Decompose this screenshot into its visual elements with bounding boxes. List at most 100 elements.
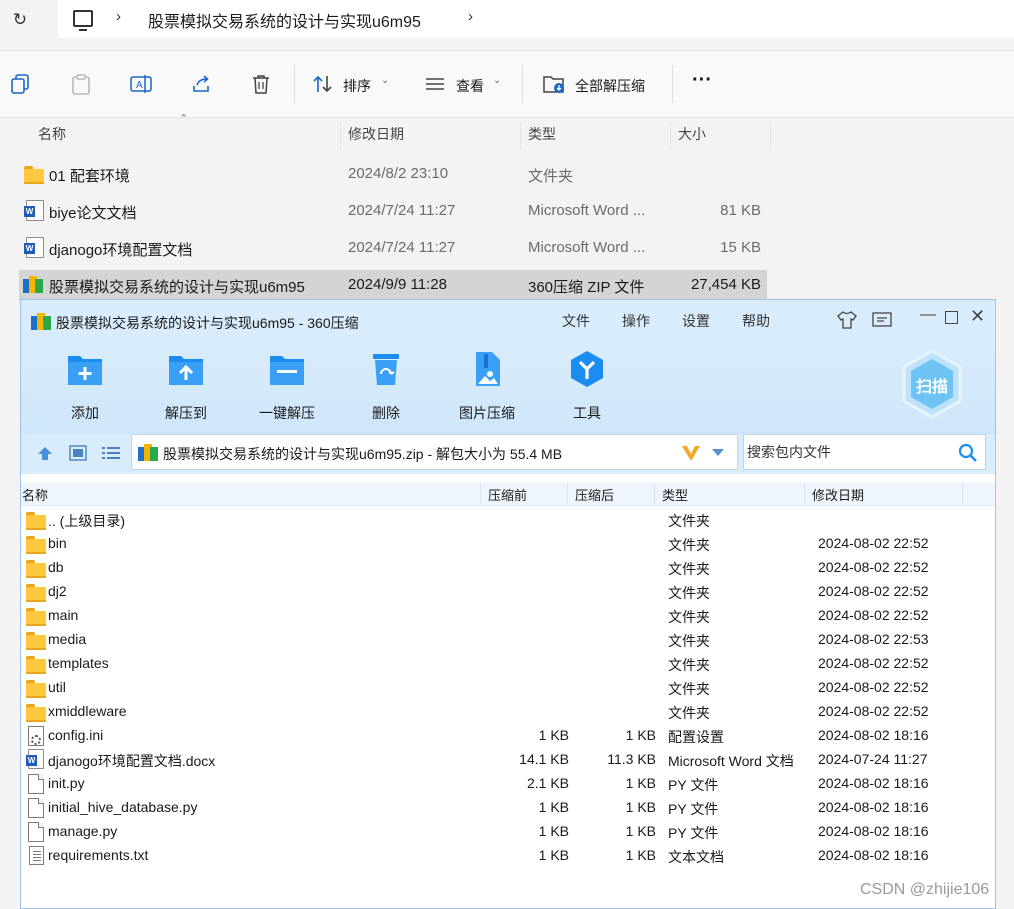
extract-to-button[interactable]: 解压到 [146, 350, 226, 423]
column-header-date[interactable]: 修改日期 [348, 118, 404, 150]
column-separator[interactable] [480, 484, 481, 504]
skin-shirt-icon[interactable] [837, 311, 857, 329]
add-button[interactable]: 添加 [45, 350, 125, 423]
item-name: media [48, 631, 87, 647]
item-type: PY 文件 [668, 825, 719, 841]
column-header-size-after[interactable]: 压缩后 [575, 485, 614, 504]
path-dropdown-icon[interactable] [712, 449, 724, 457]
column-header-size-before[interactable]: 压缩前 [488, 485, 527, 504]
column-header-name[interactable]: 名称 [38, 118, 66, 150]
paste-button[interactable] [70, 73, 94, 97]
list-item-util[interactable]: util 文件夹 2024-08-02 22:52 [21, 676, 995, 700]
archive-path-box[interactable]: 股票模拟交易系统的设计与实现u6m95.zip - 解包大小为 55.4 MB [131, 434, 738, 470]
delete-button[interactable]: 删除 [346, 350, 426, 423]
list-item-initial-hive-database-py[interactable]: initial_hive_database.py 1 KB 1 KB PY 文件… [21, 796, 995, 820]
breadcrumb-chevron-icon[interactable]: › [116, 8, 121, 25]
sort-chevron-down-icon[interactable]: ⌄ [381, 75, 389, 86]
list-view-icon[interactable] [101, 445, 121, 461]
menu-operation[interactable]: 操作 [622, 311, 650, 331]
list-item-config-ini[interactable]: config.ini 1 KB 1 KB 配置设置 2024-08-02 18:… [21, 724, 995, 748]
tools-button[interactable]: 工具 [547, 350, 627, 423]
search-icon[interactable] [958, 443, 978, 463]
search-box[interactable] [743, 434, 986, 470]
breadcrumb-current-folder[interactable]: 股票模拟交易系统的设计与实现u6m95 [148, 8, 421, 32]
column-separator[interactable] [567, 484, 568, 504]
close-icon[interactable]: ✕ [970, 306, 985, 327]
view-button[interactable] [424, 73, 448, 97]
share-button[interactable] [190, 73, 214, 97]
file-row-thesis-doc[interactable]: W biye论文文档 2024/7/24 11:27 Microsoft Wor… [19, 196, 767, 226]
list-item-xmiddleware[interactable]: xmiddleware 文件夹 2024-08-02 22:52 [21, 700, 995, 724]
file-date: 2024/7/24 11:27 [348, 202, 456, 219]
feedback-message-icon[interactable] [872, 312, 892, 328]
list-item-parent-dir[interactable]: .. (上级目录) 文件夹 [21, 508, 995, 532]
list-item-manage-py[interactable]: manage.py 1 KB 1 KB PY 文件 2024-08-02 18:… [21, 820, 995, 844]
one-click-extract-button[interactable]: 一键解压 [247, 350, 327, 423]
list-item-db[interactable]: db 文件夹 2024-08-02 22:52 [21, 556, 995, 580]
zip-list-header: 名称 压缩前 压缩后 类型 修改日期 [21, 482, 995, 506]
menu-file[interactable]: 文件 [562, 311, 590, 331]
delete-button[interactable] [250, 73, 274, 97]
list-item-main[interactable]: main 文件夹 2024-08-02 22:52 [21, 604, 995, 628]
refresh-icon[interactable]: ↻ [8, 8, 32, 32]
file-date: 2024/8/2 23:10 [348, 165, 449, 182]
maximize-icon[interactable] [945, 311, 958, 324]
csdn-watermark: CSDN @zhijie106 [860, 881, 990, 898]
column-header-size[interactable]: 大小 [678, 118, 706, 150]
column-header-type[interactable]: 类型 [662, 485, 688, 504]
column-header-name[interactable]: 名称 [22, 485, 48, 504]
list-item-templates[interactable]: templates 文件夹 2024-08-02 22:52 [21, 652, 995, 676]
column-separator[interactable] [804, 484, 805, 504]
rename-button[interactable]: A [130, 73, 154, 97]
menu-settings[interactable]: 设置 [682, 311, 710, 331]
column-separator[interactable] [520, 122, 521, 150]
column-header-type[interactable]: 类型 [528, 118, 556, 150]
extract-all-label[interactable]: 全部解压缩 [575, 76, 645, 96]
add-folder-icon [68, 356, 102, 385]
list-item-requirements-txt[interactable]: requirements.txt 1 KB 1 KB 文本文档 2024-08-… [21, 844, 995, 868]
item-name: xmiddleware [48, 703, 127, 719]
folder-icon [26, 704, 46, 722]
extract-to-label: 解压到 [165, 405, 207, 421]
item-size-after: 1 KB [625, 799, 656, 815]
address-box[interactable]: › 股票模拟交易系统的设计与实现u6m95 › [58, 0, 1014, 38]
view-label[interactable]: 查看 [456, 76, 484, 96]
sort-label[interactable]: 排序 [343, 76, 371, 96]
minimize-icon[interactable]: ― [920, 306, 936, 324]
column-separator[interactable] [770, 122, 771, 150]
file-row-env-config-doc[interactable]: W djanogo环境配置文档 2024/7/24 11:27 Microsof… [19, 233, 767, 263]
more-options-icon[interactable]: ··· [692, 69, 712, 92]
list-item-dj2[interactable]: dj2 文件夹 2024-08-02 22:52 [21, 580, 995, 604]
recycle-bin-icon [373, 354, 399, 385]
column-separator[interactable] [670, 122, 671, 150]
v-logo-icon[interactable] [681, 444, 701, 462]
zip-toolbar: 添加 解压到 一键解压 删除 图片压缩 工具 扫描 [21, 344, 995, 434]
sort-button[interactable] [312, 73, 336, 97]
file-row-config-env-folder[interactable]: 01 配套环境 2024/8/2 23:10 文件夹 [19, 159, 767, 189]
search-input[interactable] [746, 437, 951, 467]
toolbar-separator [294, 65, 295, 103]
menu-help[interactable]: 帮助 [742, 311, 770, 331]
list-item-env-config-docx[interactable]: W djanogo环境配置文档.docx 14.1 KB 11.3 KB Mic… [21, 748, 995, 772]
column-header-date[interactable]: 修改日期 [812, 485, 864, 504]
file-row-zip-archive[interactable]: 股票模拟交易系统的设计与实现u6m95 2024/9/9 11:28 360压缩… [19, 270, 767, 300]
breadcrumb-chevron-icon[interactable]: › [468, 8, 473, 25]
scan-button[interactable]: 扫描 [901, 349, 963, 419]
up-arrow-icon[interactable] [37, 445, 53, 461]
column-separator[interactable] [654, 484, 655, 504]
list-item-bin[interactable]: bin 文件夹 2024-08-02 22:52 [21, 532, 995, 556]
archive-path-text: 股票模拟交易系统的设计与实现u6m95.zip - 解包大小为 55.4 MB [163, 446, 563, 462]
item-name: templates [48, 655, 109, 671]
column-separator[interactable] [340, 122, 341, 150]
copy-button[interactable] [10, 73, 34, 97]
list-item-media[interactable]: media 文件夹 2024-08-02 22:53 [21, 628, 995, 652]
this-pc-icon[interactable] [73, 10, 93, 31]
list-item-init-py[interactable]: init.py 2.1 KB 1 KB PY 文件 2024-08-02 18:… [21, 772, 995, 796]
extract-all-button[interactable] [543, 73, 567, 97]
one-click-extract-label: 一键解压 [259, 405, 315, 421]
thumbnail-view-icon[interactable] [69, 445, 87, 461]
file-type: Microsoft Word ... [528, 202, 646, 219]
view-chevron-down-icon[interactable]: ⌄ [493, 75, 501, 86]
column-separator[interactable] [962, 484, 963, 504]
image-compress-button[interactable]: 图片压缩 [447, 350, 527, 423]
